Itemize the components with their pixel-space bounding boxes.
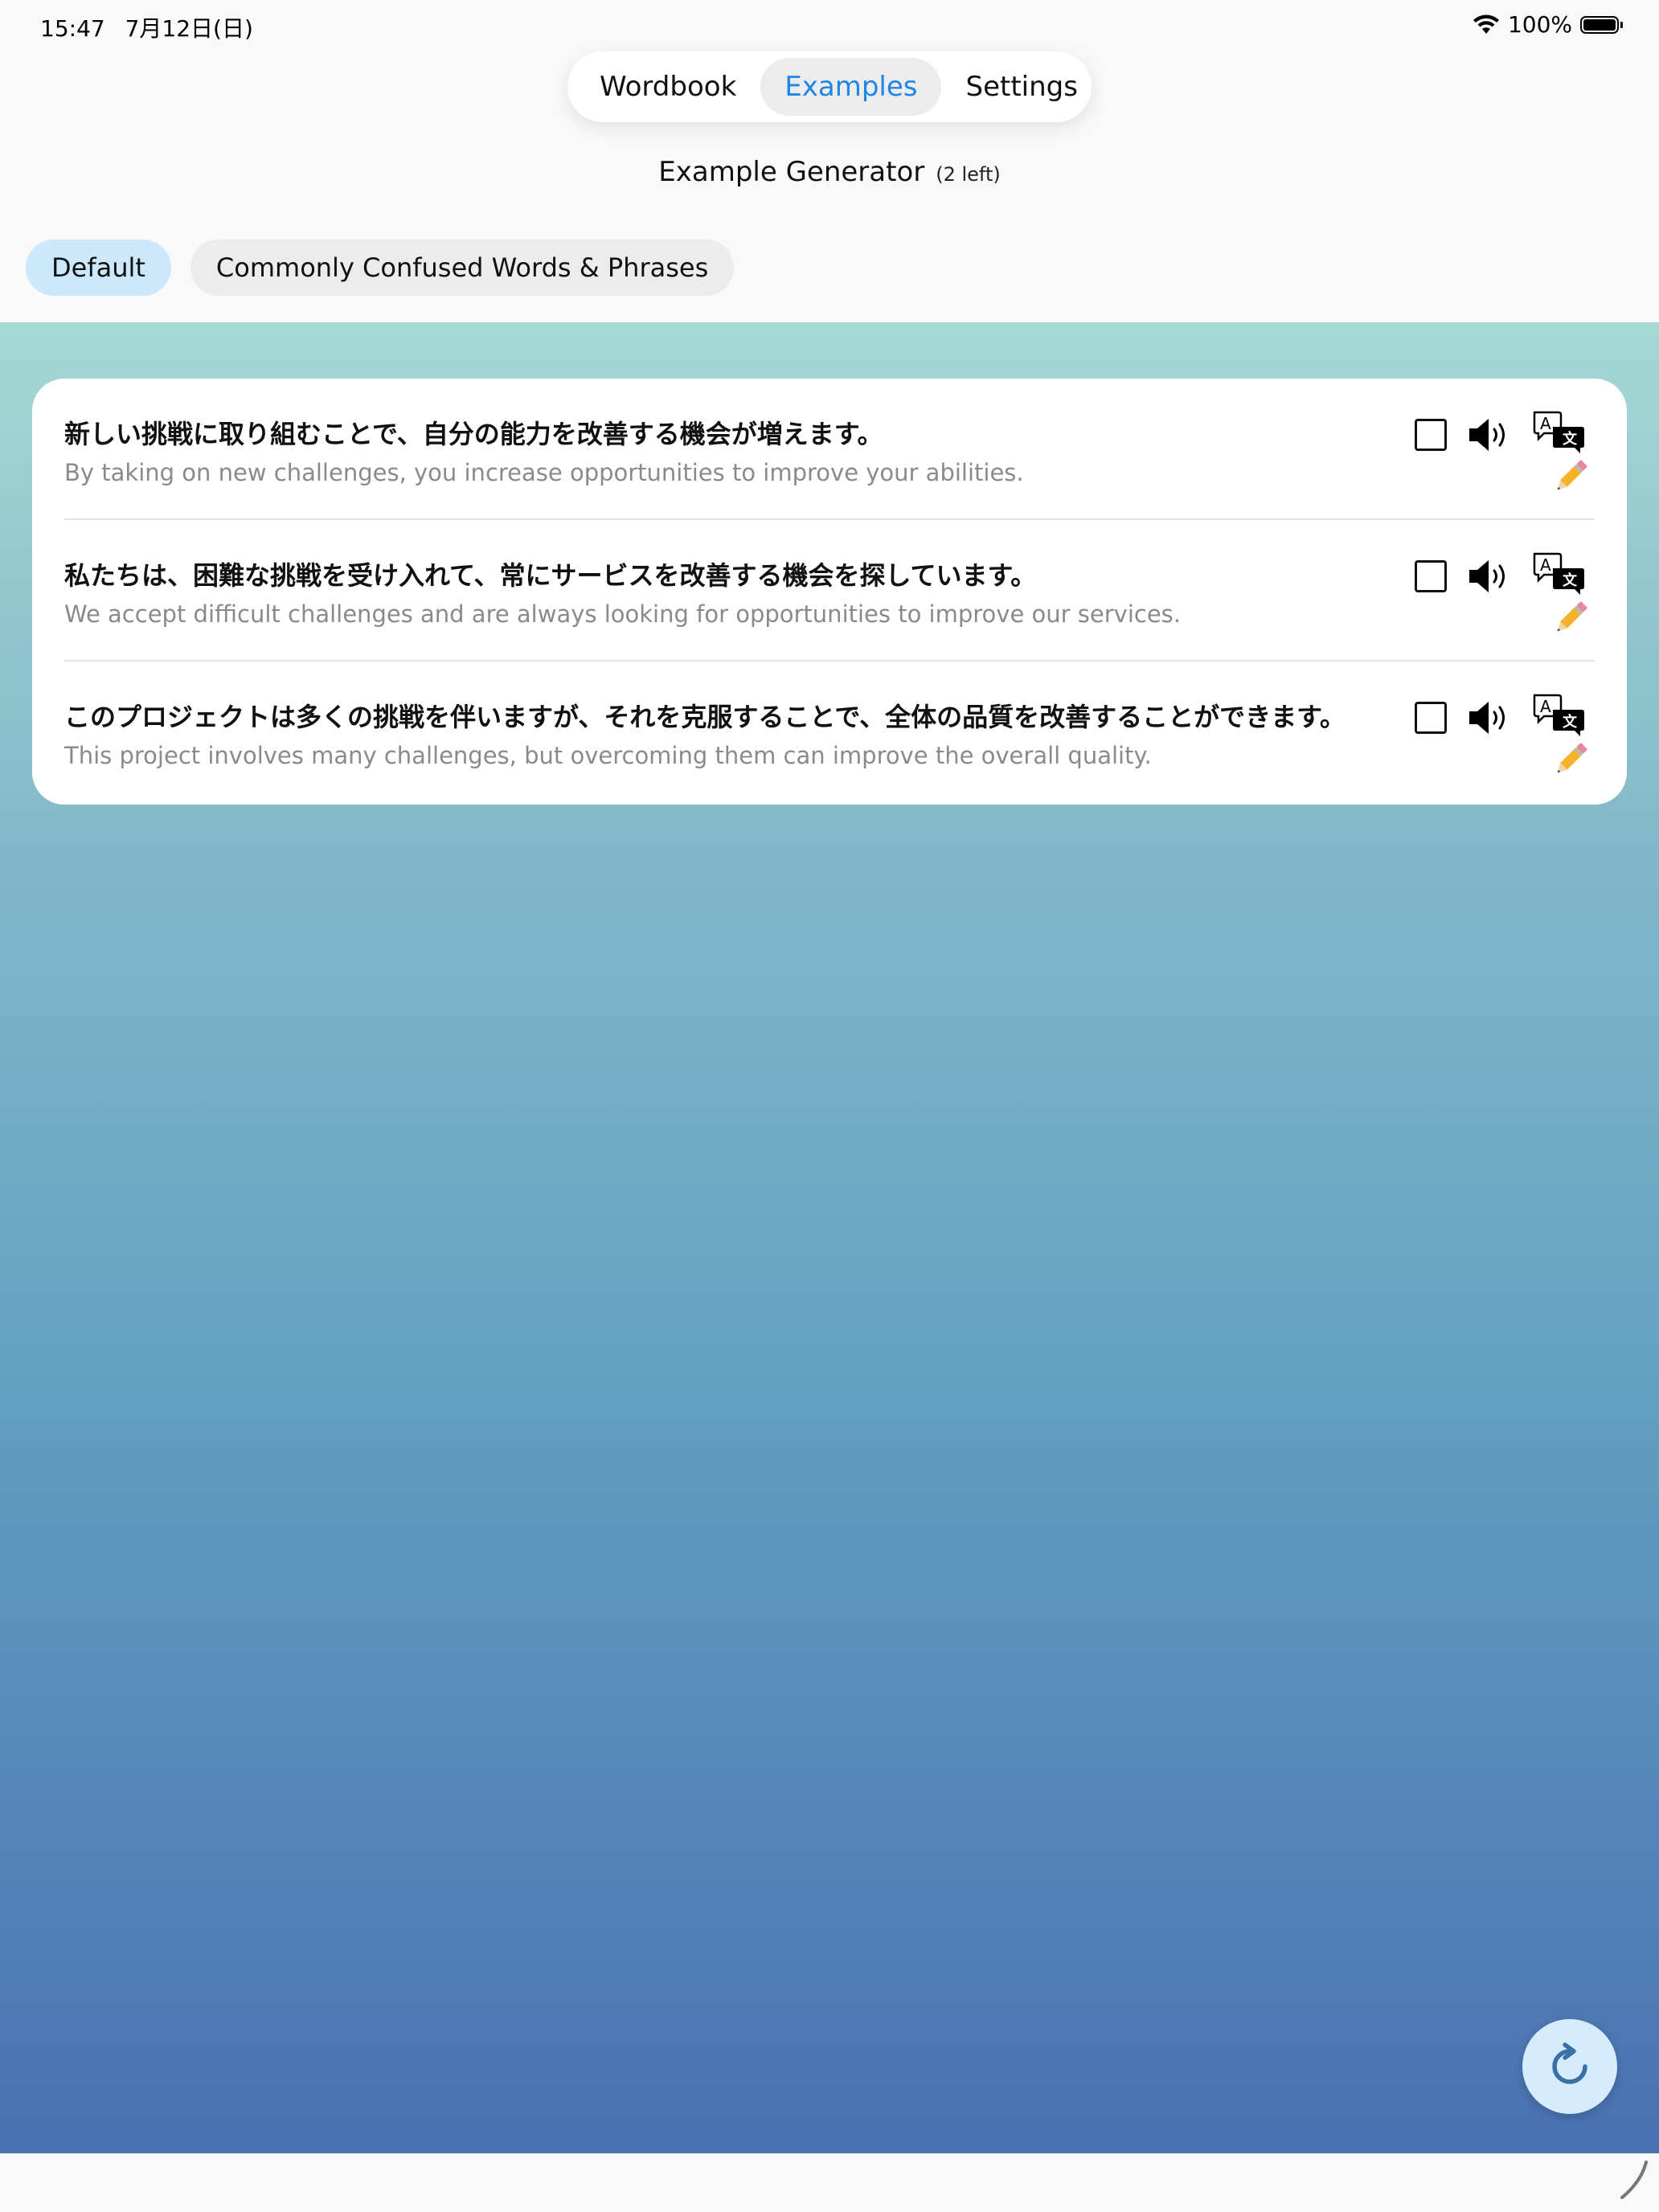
svg-text:A: A [1540, 697, 1551, 716]
example-english: By taking on new challenges, you increas… [64, 459, 1024, 486]
checkbox-icon[interactable] [1415, 560, 1447, 592]
speaker-icon[interactable] [1468, 416, 1511, 454]
pencil-icon[interactable] [1553, 459, 1588, 494]
example-actions: A 文 [1415, 692, 1593, 780]
svg-text:A: A [1540, 555, 1551, 575]
pencil-icon[interactable] [1553, 742, 1588, 777]
example-english: This project involves many challenges, b… [64, 742, 1152, 769]
examples-card: 新しい挑戦に取り組むことで、自分の能力を改善する機会が増えます。 By taki… [32, 379, 1627, 805]
filter-chips: Default Commonly Confused Words & Phrase… [26, 240, 735, 296]
speaker-icon[interactable] [1468, 557, 1511, 596]
status-date: 7月12日(日) [125, 15, 253, 42]
segmented-tab-bar: Wordbook Examples Settings [567, 51, 1092, 122]
checkbox-icon[interactable] [1415, 702, 1447, 734]
translate-icon[interactable]: A 文 [1532, 692, 1588, 740]
remaining-count: (2 left) [936, 163, 1001, 186]
example-actions: A 文 [1415, 409, 1593, 498]
page-title-text: Example Generator [658, 156, 925, 188]
pencil-handle-icon [1620, 2161, 1648, 2199]
tab-examples[interactable]: Examples [760, 58, 942, 116]
example-row: 新しい挑戦に取り組むことで、自分の能力を改善する機会が増えます。 By taki… [64, 379, 1595, 520]
example-actions: A 文 [1415, 551, 1593, 639]
tab-wordbook[interactable]: Wordbook [576, 58, 760, 116]
translate-icon[interactable]: A 文 [1532, 551, 1588, 599]
refresh-button[interactable] [1522, 2019, 1617, 2114]
tab-settings[interactable]: Settings [941, 58, 1101, 116]
status-time: 15:47 7月12日(日) [40, 11, 253, 43]
pencil-icon[interactable] [1553, 600, 1588, 636]
example-english: We accept difficult challenges and are a… [64, 600, 1181, 628]
translate-icon[interactable]: A 文 [1532, 409, 1588, 457]
svg-text:A: A [1540, 414, 1551, 433]
bottom-bar [0, 2153, 1659, 2212]
svg-text:文: 文 [1563, 430, 1578, 448]
battery-icon [1580, 15, 1623, 34]
status-clock: 15:47 [40, 15, 105, 42]
chip-default[interactable]: Default [26, 240, 171, 296]
svg-text:文: 文 [1563, 713, 1578, 731]
example-japanese: 私たちは、困難な挑戦を受け入れて、常にサービスを改善する機会を探しています。 [64, 560, 1037, 591]
svg-text:文: 文 [1563, 571, 1578, 589]
checkbox-icon[interactable] [1415, 419, 1447, 451]
speaker-icon[interactable] [1468, 698, 1511, 737]
example-row: 私たちは、困難な挑戦を受け入れて、常にサービスを改善する機会を探しています。 W… [64, 520, 1595, 662]
refresh-icon [1552, 2042, 1587, 2084]
chip-commonly-confused[interactable]: Commonly Confused Words & Phrases [190, 240, 735, 296]
page-title: Example Generator (2 left) [0, 156, 1659, 188]
example-japanese: このプロジェクトは多くの挑戦を伴いますが、それを克服することで、全体の品質を改善… [64, 702, 1346, 732]
status-bar: 15:47 7月12日(日) 100% [0, 0, 1659, 51]
example-japanese: 新しい挑戦に取り組むことで、自分の能力を改善する機会が増えます。 [64, 419, 883, 449]
wifi-icon [1473, 14, 1499, 34]
status-indicators: 100% [1473, 11, 1623, 38]
example-row: このプロジェクトは多くの挑戦を伴いますが、それを克服することで、全体の品質を改善… [64, 662, 1595, 803]
battery-percent: 100% [1507, 11, 1572, 38]
